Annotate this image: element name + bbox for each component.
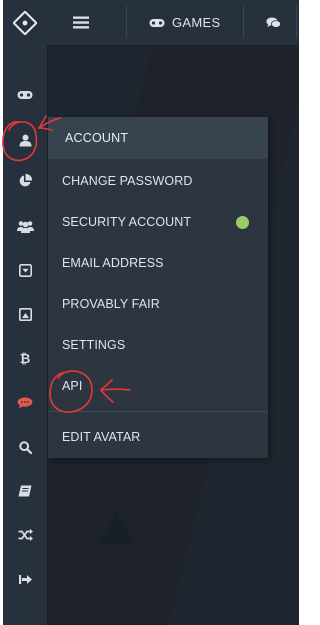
topbar: GAMES — [47, 0, 299, 46]
pie-chart-icon[interactable] — [3, 167, 47, 195]
user-icon[interactable] — [3, 126, 47, 154]
games-tab[interactable]: GAMES — [149, 0, 220, 45]
hamburger-menu-icon[interactable] — [73, 0, 89, 45]
app-window: ₿ GAMES ACCOUNT CHANGE PASSWORD SECURITY… — [3, 0, 299, 625]
gamepad-icon[interactable] — [3, 81, 47, 109]
menu-item-label: EDIT AVATAR — [62, 430, 141, 444]
topbar-divider — [296, 6, 297, 38]
bitcoin-icon[interactable]: ₿ — [3, 344, 47, 372]
account-dropdown-menu: ACCOUNT CHANGE PASSWORD SECURITY ACCOUNT… — [48, 117, 268, 458]
menu-item-label: SETTINGS — [62, 338, 126, 352]
book-icon[interactable] — [3, 477, 47, 505]
menu-item-label: PROVABLY FAIR — [62, 297, 160, 311]
menu-item-email-address[interactable]: EMAIL ADDRESS — [48, 243, 268, 283]
menu-item-label: SECURITY ACCOUNT — [62, 215, 192, 229]
gamepad-icon — [149, 18, 165, 27]
logo-icon[interactable] — [3, 0, 47, 45]
topbar-divider — [126, 6, 127, 38]
shuffle-icon[interactable] — [3, 521, 47, 549]
menu-item-label: CHANGE PASSWORD — [62, 174, 193, 188]
chat-icon[interactable] — [266, 0, 281, 45]
background-triangle — [99, 510, 135, 544]
menu-divider — [48, 411, 268, 412]
sidebar: ₿ — [3, 0, 48, 625]
topbar-divider — [243, 6, 244, 38]
status-dot — [236, 215, 249, 229]
menu-item-change-password[interactable]: CHANGE PASSWORD — [48, 161, 268, 201]
menu-item-label: API — [62, 379, 83, 393]
menu-item-security-account[interactable]: SECURITY ACCOUNT — [48, 202, 268, 242]
menu-item-provably-fair[interactable]: PROVABLY FAIR — [48, 284, 268, 324]
menu-header-account[interactable]: ACCOUNT — [48, 117, 268, 159]
image-icon[interactable] — [3, 300, 47, 328]
users-icon[interactable] — [3, 212, 47, 240]
sign-out-icon[interactable] — [3, 565, 47, 593]
chat-icon[interactable] — [3, 389, 47, 417]
search-icon[interactable] — [3, 433, 47, 461]
menu-item-edit-avatar[interactable]: EDIT AVATAR — [48, 417, 268, 457]
menu-item-api[interactable]: API — [48, 366, 268, 406]
menu-item-settings[interactable]: SETTINGS — [48, 325, 268, 365]
menu-item-label: EMAIL ADDRESS — [62, 256, 164, 270]
caret-square-down-icon[interactable] — [3, 256, 47, 284]
games-label: GAMES — [172, 15, 221, 30]
menu-header-label: ACCOUNT — [65, 131, 129, 145]
